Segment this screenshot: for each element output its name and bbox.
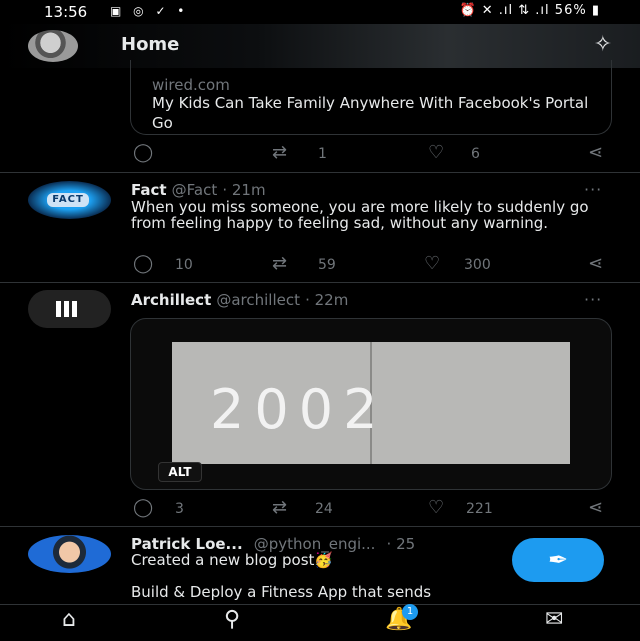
like-count: 221 [466, 501, 493, 517]
page-title: Home [121, 34, 180, 55]
retweet-count: 59 [318, 257, 336, 273]
tweet-time: · 22m [305, 291, 349, 309]
like-icon[interactable]: ♡ [428, 142, 444, 163]
tweet-divider [0, 526, 640, 527]
book-print-text: 2002 [210, 378, 388, 441]
author-name[interactable]: Fact [131, 181, 167, 199]
like-count: 300 [464, 257, 491, 273]
tweet-text-line: Created a new blog post🥳 [131, 551, 334, 569]
tweet-text: When you miss someone, you are more like… [131, 198, 589, 232]
reply-count: 10 [175, 257, 193, 273]
messages-icon[interactable]: ✉ [545, 607, 563, 632]
battery-percentage: 56% [554, 3, 587, 18]
feather-plus-icon: ✒ [547, 546, 569, 574]
author-handle[interactable]: @Fact [172, 181, 218, 199]
tweet-divider [0, 172, 640, 173]
link-card-domain: wired.com [152, 76, 230, 94]
retweet-count: 24 [315, 501, 333, 517]
status-notification-icons: ▣ ◎ ✓ • [110, 4, 189, 18]
retweet-count: 1 [318, 146, 327, 162]
retweet-icon[interactable]: ⇄ [272, 142, 287, 163]
fact-avatar-badge: FACT [47, 193, 89, 207]
tweet-divider [0, 282, 640, 283]
archillect-logo-icon [56, 301, 86, 317]
compose-tweet-button[interactable]: ✒ [512, 538, 604, 582]
like-icon[interactable]: ♡ [428, 497, 444, 518]
home-icon[interactable]: ⌂ [62, 607, 76, 632]
tweet-text-line: Build & Deploy a Fitness App that sends [131, 583, 432, 601]
search-icon[interactable]: ⚲ [224, 607, 240, 632]
author-handle[interactable]: @archillect [216, 291, 300, 309]
like-icon[interactable]: ♡ [424, 253, 440, 274]
notifications-badge: 1 [402, 604, 418, 620]
profile-avatar[interactable] [28, 30, 78, 62]
status-system-icons: ⏰ ✕ .ıl ⇅ .ıl 56% ▮ [459, 3, 600, 18]
avatar[interactable] [28, 535, 111, 573]
retweet-icon[interactable]: ⇄ [272, 497, 287, 518]
bottom-navigation [0, 604, 640, 641]
share-icon[interactable]: ⋖ [588, 497, 603, 518]
tweet-time: · 21m [222, 181, 266, 199]
reply-icon[interactable]: ◯ [133, 253, 153, 274]
reply-icon[interactable]: ◯ [133, 497, 153, 518]
battery-icon: ▮ [591, 3, 600, 18]
tweet-header: Archillect @archillect · 22m [131, 290, 348, 309]
retweet-icon[interactable]: ⇄ [272, 253, 287, 274]
tweet-header: Fact @Fact · 21m [131, 180, 266, 199]
tweet-time: · 25 [386, 535, 416, 553]
more-icon[interactable]: ··· [584, 180, 602, 199]
status-signal-icons: ⏰ ✕ .ıl ⇅ .ıl [459, 3, 550, 18]
share-icon[interactable]: ⋖ [588, 142, 603, 163]
reply-icon[interactable]: ◯ [133, 142, 153, 163]
link-card-title: My Kids Can Take Family Anywhere With Fa… [152, 94, 589, 132]
status-bar: 13:56 ▣ ◎ ✓ • ⏰ ✕ .ıl ⇅ .ıl 56% ▮ [0, 0, 640, 24]
author-name[interactable]: Archillect [131, 291, 211, 309]
share-icon[interactable]: ⋖ [588, 253, 603, 274]
more-icon[interactable]: ··· [584, 290, 602, 309]
reply-count: 3 [175, 501, 184, 517]
status-time: 13:56 [44, 3, 88, 21]
like-count: 6 [471, 146, 480, 162]
alt-text-badge[interactable]: ALT [158, 462, 202, 482]
sparkle-icon[interactable]: ✧ [594, 32, 612, 57]
